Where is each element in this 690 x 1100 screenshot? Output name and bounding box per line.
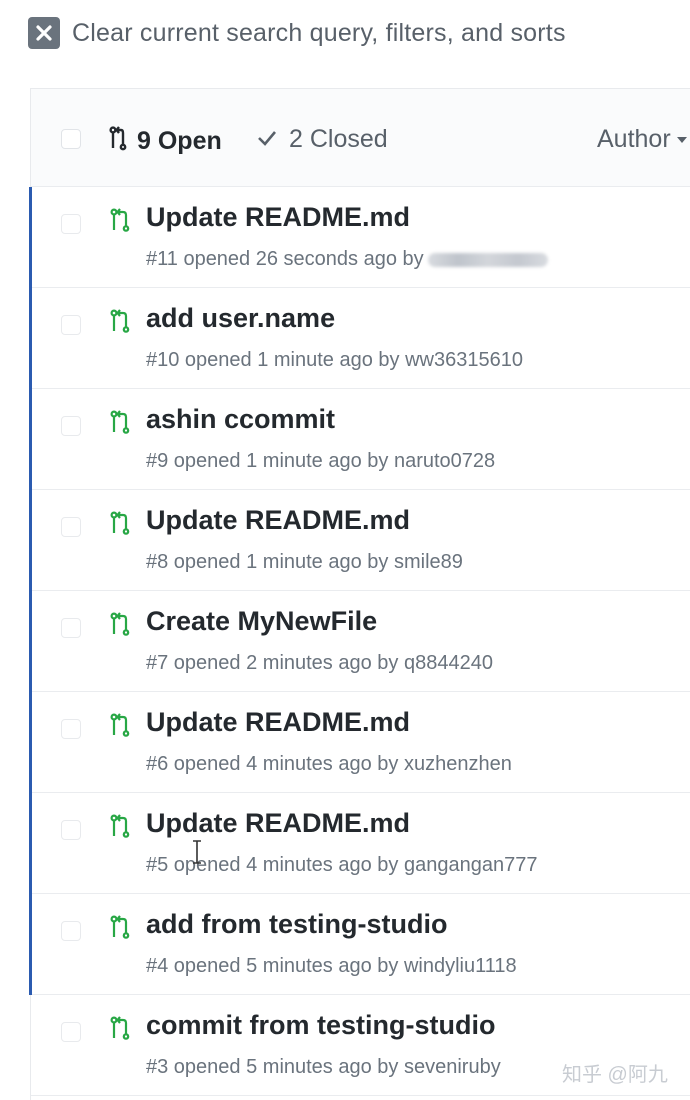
git-pull-request-icon (109, 813, 131, 844)
pull-request-row[interactable]: Update README.md #8 opened 1 minute ago b… (29, 490, 690, 591)
pull-request-meta-text: #10 opened 1 minute ago by ww36315610 (146, 349, 523, 371)
row-checkbox[interactable] (61, 517, 81, 537)
pull-request-meta: #8 opened 1 minute ago by smile89 (146, 551, 463, 574)
pull-request-meta: #9 opened 1 minute ago by naruto0728 (146, 450, 495, 473)
pull-request-row[interactable]: ashin ccommit #9 opened 1 minute ago by n… (29, 389, 690, 490)
row-checkbox[interactable] (61, 315, 81, 335)
pull-request-row[interactable]: Update README.md #11 opened 26 seconds ag… (29, 187, 690, 288)
pull-request-meta: #3 opened 5 minutes ago by seveniruby (146, 1056, 501, 1079)
row-checkbox[interactable] (61, 1022, 81, 1042)
pull-request-meta: #6 opened 4 minutes ago by xuzhenzhen (146, 753, 512, 776)
pull-request-title[interactable]: ashin ccommit (146, 404, 335, 435)
pull-request-meta-text: #3 opened 5 minutes ago by seveniruby (146, 1056, 501, 1078)
pull-request-meta: #10 opened 1 minute ago by ww36315610 (146, 349, 523, 372)
git-pull-request-icon (109, 510, 131, 541)
pull-request-title[interactable]: Update README.md (146, 202, 410, 233)
pull-request-meta-text: #11 opened 26 seconds ago by (146, 248, 424, 270)
pull-request-meta: #11 opened 26 seconds ago by (146, 248, 548, 271)
git-pull-request-icon (109, 409, 131, 440)
closed-count-label: 2 Closed (289, 125, 388, 153)
watermark: 知乎 @阿九 (562, 1064, 668, 1086)
pull-request-row[interactable]: Update README.md #6 opened 4 minutes ago … (29, 692, 690, 793)
text-cursor-icon (193, 840, 201, 864)
pull-request-row[interactable]: Create MyNewFile #7 opened 2 minutes ago … (29, 591, 690, 692)
pull-request-title[interactable]: Update README.md (146, 808, 410, 839)
pull-request-title[interactable]: Update README.md (146, 707, 410, 738)
pull-request-row[interactable]: add user.name #10 opened 1 minute ago by … (29, 288, 690, 389)
clear-filters-link[interactable]: Clear current search query, filters, and… (28, 16, 566, 50)
git-pull-request-icon (109, 1015, 131, 1046)
closed-filter-tab[interactable]: 2 Closed (257, 125, 388, 154)
pull-request-meta-text: #7 opened 2 minutes ago by q8844240 (146, 652, 493, 674)
select-all-checkbox[interactable] (61, 129, 81, 149)
pull-request-title[interactable]: add user.name (146, 303, 335, 334)
open-filter-tab[interactable]: 9 Open (109, 125, 222, 158)
pull-request-meta: #5 opened 4 minutes ago by gangangan777 (146, 854, 537, 877)
caret-down-icon (676, 136, 687, 143)
git-pull-request-icon (109, 308, 131, 339)
open-count-label: 9 Open (137, 127, 222, 155)
redacted-author (427, 252, 548, 267)
pull-request-meta: #7 opened 2 minutes ago by q8844240 (146, 652, 493, 675)
pull-request-title[interactable]: commit from testing-studio (146, 1010, 496, 1041)
pull-request-list: 9 Open 2 Closed Author Update README.md #… (29, 88, 690, 1100)
pull-request-meta: #4 opened 5 minutes ago by windyliu1118 (146, 955, 517, 978)
pull-request-meta-text: #9 opened 1 minute ago by naruto0728 (146, 450, 496, 472)
pull-request-meta-text: #8 opened 1 minute ago by smile89 (146, 551, 463, 573)
pull-request-row[interactable]: add from testing-studio #4 opened 5 minut… (29, 894, 690, 995)
close-icon[interactable] (28, 17, 60, 49)
row-checkbox[interactable] (61, 921, 81, 941)
pull-request-title[interactable]: Create MyNewFile (146, 606, 377, 637)
pull-request-meta-text: #5 opened 4 minutes ago by gangangan777 (146, 854, 538, 876)
row-checkbox[interactable] (61, 214, 81, 234)
author-dropdown[interactable]: Author (597, 125, 687, 154)
git-pull-request-icon (109, 207, 131, 238)
git-pull-request-icon (109, 712, 131, 743)
git-pull-request-icon (109, 125, 127, 158)
list-header: 9 Open 2 Closed Author (31, 89, 690, 187)
row-checkbox[interactable] (61, 820, 81, 840)
pull-request-meta-text: #6 opened 4 minutes ago by xuzhenzhen (146, 753, 512, 775)
pull-request-meta-text: #4 opened 5 minutes ago by windyliu1118 (146, 955, 517, 977)
clear-filters-label[interactable]: Clear current search query, filters, and… (72, 19, 566, 48)
row-checkbox[interactable] (61, 719, 81, 739)
pull-request-row[interactable]: Update README.md #5 opened 4 minutes ago … (29, 793, 690, 894)
check-icon (257, 125, 277, 154)
pull-request-title[interactable]: add from testing-studio (146, 909, 447, 940)
row-checkbox[interactable] (61, 618, 81, 638)
git-pull-request-icon (109, 914, 131, 945)
git-pull-request-icon (109, 611, 131, 642)
row-checkbox[interactable] (61, 416, 81, 436)
author-dropdown-label: Author (597, 125, 671, 153)
pull-request-title[interactable]: Update README.md (146, 505, 410, 536)
